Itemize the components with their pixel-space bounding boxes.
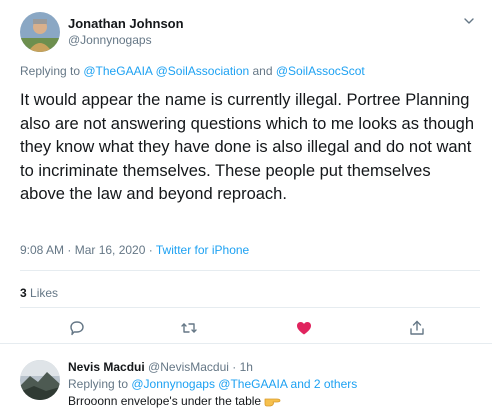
mention-link[interactable]: @SoilAssociation <box>156 64 250 78</box>
reply-text: Brrooonn envelope's under the table <box>68 394 282 410</box>
replying-prefix: Replying to <box>20 64 84 78</box>
reply-text-content: Brrooonn envelope's under the table <box>68 394 262 408</box>
reply-author-name[interactable]: Nevis Macdui <box>68 360 145 374</box>
likes-count[interactable]: 3 Likes <box>20 286 58 300</box>
reply-tweet[interactable]: Nevis Macdui @NevisMacdui · 1h Replying … <box>0 344 492 414</box>
pointing-hand-icon <box>264 395 282 410</box>
heart-icon[interactable] <box>295 319 313 337</box>
timestamp[interactable]: 9:08 AM · Mar 16, 2020 · <box>20 243 156 257</box>
reply-time[interactable]: 1h <box>240 360 253 374</box>
reply-header: Nevis Macdui @NevisMacdui · 1h <box>68 360 253 374</box>
replying-to: Replying to @TheGAAIA @SoilAssociation a… <box>20 64 365 78</box>
divider <box>20 307 480 308</box>
avatar[interactable] <box>20 12 60 52</box>
likes-label: Likes <box>26 286 59 300</box>
tweet-text: It would appear the name is currently il… <box>20 91 475 204</box>
mention-link[interactable]: @TheGAAIA <box>218 377 287 391</box>
chevron-down-icon[interactable] <box>462 14 476 28</box>
divider <box>20 270 480 271</box>
others-link[interactable]: and 2 others <box>287 377 358 391</box>
comment-icon[interactable] <box>68 319 86 337</box>
tweet-meta: 9:08 AM · Mar 16, 2020 · Twitter for iPh… <box>20 243 249 257</box>
likes-number: 3 <box>20 286 27 300</box>
reply-author-handle[interactable]: @NevisMacdui <box>148 360 229 374</box>
avatar[interactable] <box>20 360 60 400</box>
reply-replying-to: Replying to @Jonnynogaps @TheGAAIA and 2… <box>68 377 357 391</box>
author-name[interactable]: Jonathan Johnson <box>68 16 184 31</box>
mention-link[interactable]: @Jonnynogaps <box>131 377 215 391</box>
retweet-icon[interactable] <box>180 319 198 337</box>
replying-separator: and <box>249 64 276 78</box>
source-link[interactable]: Twitter for iPhone <box>156 243 249 257</box>
share-icon[interactable] <box>408 319 426 337</box>
author-handle[interactable]: @Jonnynogaps <box>68 33 152 47</box>
mention-link[interactable]: @TheGAAIA <box>83 64 152 78</box>
main-tweet: Jonathan Johnson @Jonnynogaps Replying t… <box>0 0 492 344</box>
reply-replying-prefix: Replying to <box>68 377 132 391</box>
mention-link[interactable]: @SoilAssocScot <box>276 64 365 78</box>
heart-fill <box>297 322 311 335</box>
reply-time-separator: · <box>228 360 240 374</box>
